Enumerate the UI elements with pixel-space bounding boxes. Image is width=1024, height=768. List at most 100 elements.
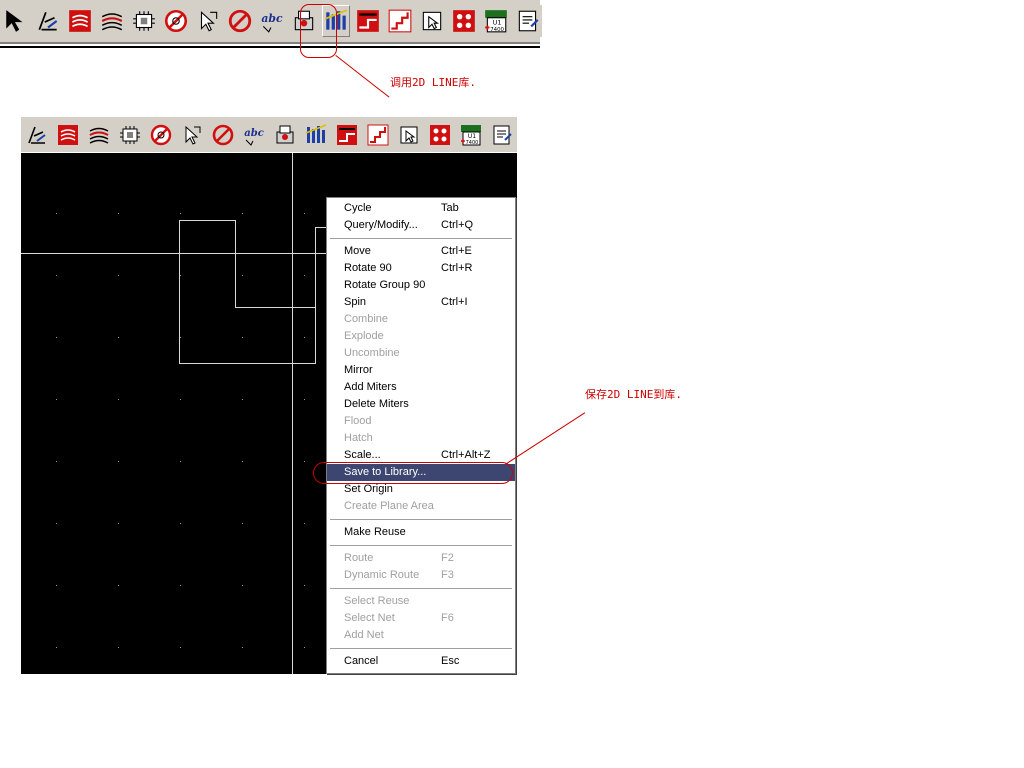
grid-dot xyxy=(242,523,243,524)
properties-icon xyxy=(515,8,541,34)
grid-dot xyxy=(118,399,119,400)
svg-text:U1: U1 xyxy=(493,18,502,26)
grid-dot xyxy=(180,275,181,276)
menu-item-label: Move xyxy=(344,245,371,257)
menu-item-label: Explode xyxy=(344,330,384,342)
menu-item-label: Dynamic Route xyxy=(344,569,420,581)
grid-dot xyxy=(56,523,57,524)
crosshair-vertical xyxy=(292,153,293,674)
menu-item-cancel[interactable]: Cancel Esc xyxy=(327,653,515,670)
top-toolbar-edge xyxy=(0,42,540,48)
component-icon xyxy=(118,123,142,147)
grid-dot xyxy=(56,275,57,276)
top-toolbar: abc U1 7400 xyxy=(0,0,542,42)
print-part-icon xyxy=(273,123,297,147)
layer-stack-button[interactable] xyxy=(98,5,126,37)
library-2d-line-icon xyxy=(304,123,328,147)
grid-dot xyxy=(118,523,119,524)
grid-dot xyxy=(242,337,243,338)
properties-icon xyxy=(490,123,514,147)
staircase-icon xyxy=(366,123,390,147)
properties-button[interactable] xyxy=(514,5,542,37)
u1-7400-button[interactable]: U1 7400 xyxy=(457,120,484,149)
mirror-red-icon xyxy=(335,123,359,147)
grid-dot xyxy=(242,399,243,400)
menu-item-query-modify[interactable]: Query/Modify... Ctrl+Q xyxy=(327,217,515,234)
via-grid-button[interactable] xyxy=(426,120,453,149)
svg-text:abc: abc xyxy=(261,12,283,25)
grid-dot xyxy=(304,461,305,462)
menu-item-rotate-90[interactable]: Rotate 90 Ctrl+R xyxy=(327,260,515,277)
text-abc-icon: abc xyxy=(242,123,266,147)
mirror-red-button[interactable] xyxy=(354,5,382,37)
menu-item-add-miters[interactable]: Add Miters xyxy=(327,379,515,396)
print-part-button[interactable] xyxy=(271,120,298,149)
grid-dot xyxy=(242,213,243,214)
shape-edge xyxy=(179,220,235,221)
text-abc-button[interactable]: abc xyxy=(258,5,286,37)
pointer-icon xyxy=(3,8,29,34)
menu-item-spin[interactable]: Spin Ctrl+I xyxy=(327,294,515,311)
prohibit-button[interactable] xyxy=(209,120,236,149)
menu-item-move[interactable]: Move Ctrl+E xyxy=(327,243,515,260)
layer-stack-button[interactable] xyxy=(85,120,112,149)
select-cursor-button[interactable] xyxy=(194,5,222,37)
toolbar-highlight-ring xyxy=(300,4,337,58)
menu-item-label: Uncombine xyxy=(344,347,400,359)
u1-7400-icon: U1 7400 xyxy=(483,8,509,34)
sketch-line-button[interactable] xyxy=(34,5,62,37)
no-pin-button[interactable] xyxy=(162,5,190,37)
grid-dot xyxy=(56,213,57,214)
grid-dot xyxy=(56,647,57,648)
component-button[interactable] xyxy=(116,120,143,149)
menu-item-label: Make Reuse xyxy=(344,526,406,538)
via-grid-button[interactable] xyxy=(450,5,478,37)
menu-item-cycle[interactable]: Cycle Tab xyxy=(327,200,515,217)
menu-item-label: Mirror xyxy=(344,364,373,376)
layer-red-button[interactable] xyxy=(54,120,81,149)
move-part-button[interactable] xyxy=(395,120,422,149)
grid-dot xyxy=(304,647,305,648)
properties-button[interactable] xyxy=(488,120,515,149)
staircase-icon xyxy=(387,8,413,34)
menu-item-rotate-group-90[interactable]: Rotate Group 90 xyxy=(327,277,515,294)
staircase-button[interactable] xyxy=(386,5,414,37)
grid-dot xyxy=(118,647,119,648)
select-cursor-button[interactable] xyxy=(178,120,205,149)
menu-item-uncombine: Uncombine xyxy=(327,345,515,362)
grid-dot xyxy=(118,213,119,214)
grid-dot xyxy=(180,213,181,214)
text-abc-button[interactable]: abc xyxy=(240,120,267,149)
no-pin-button[interactable] xyxy=(147,120,174,149)
menu-item-label: Add Net xyxy=(344,629,384,641)
component-button[interactable] xyxy=(130,5,158,37)
u1-7400-button[interactable]: U1 7400 xyxy=(482,5,510,37)
menu-item-shortcut: F2 xyxy=(441,552,454,564)
menu-item-shortcut: Ctrl+I xyxy=(441,296,468,308)
layer-red-icon xyxy=(56,123,80,147)
grid-dot xyxy=(242,461,243,462)
library-2d-line-button[interactable] xyxy=(302,120,329,149)
menu-item-shortcut: Ctrl+E xyxy=(441,245,472,257)
grid-dot xyxy=(56,461,57,462)
menu-item-label: Add Miters xyxy=(344,381,397,393)
prohibit-button[interactable] xyxy=(226,5,254,37)
menu-item-make-reuse[interactable]: Make Reuse xyxy=(327,524,515,541)
menu-item-delete-miters[interactable]: Delete Miters xyxy=(327,396,515,413)
layer-red-button[interactable] xyxy=(66,5,94,37)
staircase-button[interactable] xyxy=(364,120,391,149)
annotation-leader-menu xyxy=(505,412,586,465)
menu-item-dynamic-route: Dynamic Route F3 xyxy=(327,567,515,584)
menu-item-label: Select Net xyxy=(344,612,395,624)
mirror-red-icon xyxy=(355,8,381,34)
grid-dot xyxy=(180,461,181,462)
menu-item-mirror[interactable]: Mirror xyxy=(327,362,515,379)
mirror-red-button[interactable] xyxy=(333,120,360,149)
annotation-menu-text: 保存2D LINE到库. xyxy=(585,388,682,401)
grid-dot xyxy=(304,585,305,586)
move-part-button[interactable] xyxy=(418,5,446,37)
layer-stack-icon xyxy=(87,123,111,147)
sketch-line-button[interactable] xyxy=(23,120,50,149)
pointer-button[interactable] xyxy=(2,5,30,37)
text-abc-icon: abc xyxy=(259,8,285,34)
